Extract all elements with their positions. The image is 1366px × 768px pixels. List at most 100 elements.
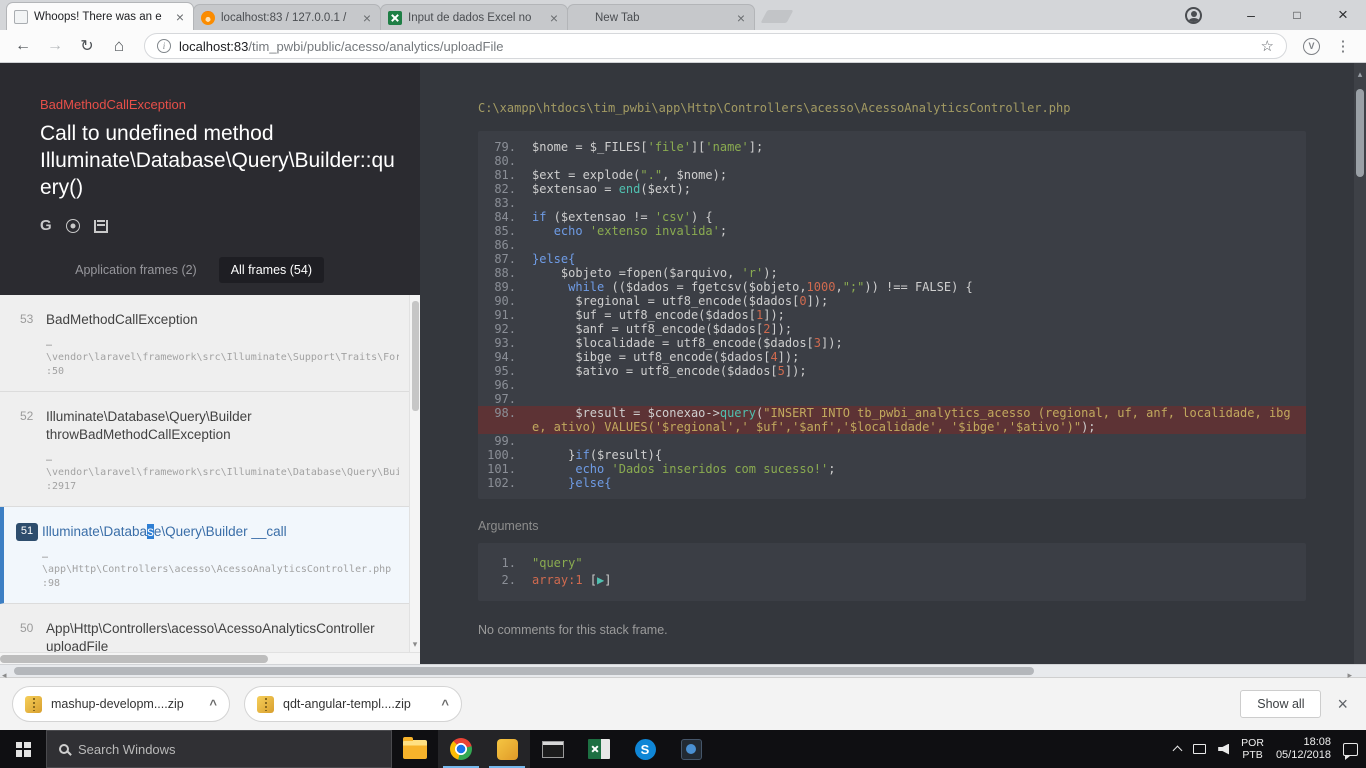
- tab-application-frames[interactable]: Application frames (2): [75, 263, 197, 277]
- frame-path: \app\Http\Controllers\acesso\AcessoAnaly…: [42, 564, 392, 575]
- help-icon[interactable]: [65, 219, 80, 233]
- terminal-taskbar-button[interactable]: [530, 730, 576, 768]
- download-caret-icon[interactable]: [441, 697, 449, 712]
- reload-button[interactable]: [72, 36, 102, 56]
- frame-number: 52: [20, 409, 34, 423]
- notification-center-icon[interactable]: [1343, 742, 1358, 760]
- new-tab-button[interactable]: [760, 10, 794, 23]
- editor-taskbar-button[interactable]: [484, 730, 530, 768]
- stack-frame[interactable]: 52 Illuminate\Database\Query\Builder throw…: [0, 392, 409, 507]
- frames-vscroll-thumb[interactable]: [412, 301, 419, 411]
- page-vscrollbar[interactable]: [1354, 63, 1366, 664]
- download-name: mashup-developm....zip: [51, 697, 184, 711]
- language-indicator[interactable]: POR PTB: [1241, 737, 1264, 761]
- line-number: 80.: [494, 154, 516, 168]
- frame-path: \vendor\laravel\framework\src\Illuminate…: [46, 467, 399, 478]
- code-panel: C:\xampp\htdocs\tim_pwbi\app\Http\Contro…: [420, 63, 1354, 664]
- scroll-down-icon[interactable]: [413, 634, 418, 652]
- frame-title: BadMethodCallException: [46, 312, 198, 327]
- language-bottom: PTB: [1242, 749, 1263, 761]
- page-vscroll-thumb[interactable]: [1356, 89, 1364, 177]
- code-line: 85. echo 'extenso invalida';: [478, 224, 1306, 238]
- frame-number: 53: [20, 312, 34, 326]
- home-button[interactable]: [104, 36, 134, 56]
- skype-icon: [634, 738, 656, 760]
- frame-title: Illuminate\Database\Query\Builder __call: [42, 524, 287, 539]
- tray-expand-icon[interactable]: [1172, 745, 1183, 756]
- excel-taskbar-button[interactable]: [576, 730, 622, 768]
- code-line: 82. $extensao = end($ext);: [478, 182, 1306, 196]
- stack-frame[interactable]: 53 BadMethodCallException… \vendor\laravel…: [0, 295, 409, 392]
- show-all-button[interactable]: Show all: [1240, 690, 1322, 718]
- scroll-right-icon[interactable]: [1347, 665, 1352, 683]
- download-items: mashup-developm....zip qdt-angular-templ.…: [12, 686, 462, 722]
- scroll-up-icon[interactable]: [1354, 64, 1366, 82]
- frame-number: 50: [20, 621, 34, 635]
- tab-all-frames[interactable]: All frames (54): [218, 257, 324, 283]
- profile-icon[interactable]: [1185, 6, 1202, 24]
- argument-row: 2. array:1 [▶]: [501, 573, 612, 587]
- download-item[interactable]: qdt-angular-templ....zip: [244, 686, 462, 722]
- chrome-taskbar-button[interactable]: [438, 730, 484, 768]
- maximize-button[interactable]: [1274, 0, 1320, 30]
- sidebar-hscroll-thumb[interactable]: [0, 655, 268, 663]
- code-line: 99.: [478, 434, 1306, 448]
- minimize-button[interactable]: [1228, 0, 1274, 30]
- forward-button[interactable]: [40, 37, 70, 55]
- downloads-close-icon[interactable]: [1337, 694, 1348, 715]
- skype-taskbar-button[interactable]: [622, 730, 668, 768]
- stackoverflow-icon[interactable]: [93, 219, 108, 233]
- frame-path: \vendor\laravel\framework\src\Illuminate…: [46, 352, 399, 363]
- photos-taskbar-button[interactable]: [668, 730, 714, 768]
- download-caret-icon[interactable]: [209, 697, 217, 712]
- extension-badge-icon[interactable]: [1303, 37, 1320, 55]
- search-placeholder: Search Windows: [78, 741, 176, 757]
- tab-close-icon[interactable]: [548, 11, 560, 25]
- taskbar-search-input[interactable]: Search Windows: [46, 730, 392, 768]
- tab-close-icon[interactable]: [361, 11, 373, 25]
- scroll-left-icon[interactable]: [2, 665, 7, 683]
- line-number: 83.: [494, 196, 516, 210]
- close-button[interactable]: [1320, 0, 1366, 30]
- code-line: 91. $uf = utf8_encode($dados[1]);: [478, 308, 1306, 322]
- stack-frame[interactable]: 51 Illuminate\Database\Query\Builder __ca…: [0, 507, 409, 604]
- tab-close-icon[interactable]: [174, 10, 186, 24]
- tab-title: localhost:83 / 127.0.0.1 /: [221, 11, 347, 24]
- stack-frame[interactable]: 50 App\Http\Controllers\acesso\AcessoAnal…: [0, 604, 409, 652]
- frames-vscrollbar[interactable]: [409, 295, 420, 652]
- page-hscroll-thumb[interactable]: [14, 667, 1034, 675]
- frame-subtitle: uploadFile: [46, 639, 109, 652]
- display-icon[interactable]: [1193, 744, 1207, 754]
- clock[interactable]: 18:08 05/12/2018: [1276, 736, 1331, 762]
- tab-title: Whoops! There was an e: [34, 10, 162, 23]
- bookmark-star-icon[interactable]: [1261, 37, 1274, 56]
- comments-text: No comments for this stack frame.: [478, 623, 668, 637]
- volume-icon[interactable]: [1218, 743, 1230, 755]
- exception-actions: [40, 217, 396, 235]
- code-line: 88. $objeto =fopen($arquivo, 'r');: [478, 266, 1306, 280]
- line-number: 97.: [494, 392, 516, 406]
- frame-number: 51: [16, 523, 38, 541]
- browser-menu-icon[interactable]: [1328, 37, 1358, 56]
- code-line: 90. $regional = utf8_encode($dados[0]);: [478, 294, 1306, 308]
- download-item[interactable]: mashup-developm....zip: [12, 686, 230, 722]
- google-search-icon[interactable]: [40, 217, 52, 235]
- sidebar-hscrollbar[interactable]: [0, 652, 420, 664]
- file-explorer-taskbar-button[interactable]: [392, 730, 438, 768]
- address-bar[interactable]: localhost:83/tim_pwbi/public/acesso/anal…: [144, 33, 1287, 59]
- browser-tab[interactable]: Input de dados Excel no: [380, 4, 568, 30]
- back-button[interactable]: [8, 37, 38, 55]
- page-hscrollbar[interactable]: [0, 664, 1366, 677]
- code-line: 86.: [478, 238, 1306, 252]
- browser-tab[interactable]: localhost:83 / 127.0.0.1 /: [193, 4, 381, 30]
- site-info-icon[interactable]: [157, 39, 171, 53]
- start-button[interactable]: [0, 730, 46, 768]
- line-number: 91.: [494, 308, 516, 322]
- code-block: 79. $nome = $_FILES['file']['name']; 80. 81…: [478, 131, 1306, 499]
- browser-tab[interactable]: Whoops! There was an e: [6, 2, 194, 30]
- code-line: 97.: [478, 392, 1306, 406]
- zip-file-icon: [25, 695, 42, 713]
- tab-close-icon[interactable]: [735, 11, 747, 25]
- selected-text: s: [147, 524, 154, 539]
- browser-tab[interactable]: New Tab: [567, 4, 755, 30]
